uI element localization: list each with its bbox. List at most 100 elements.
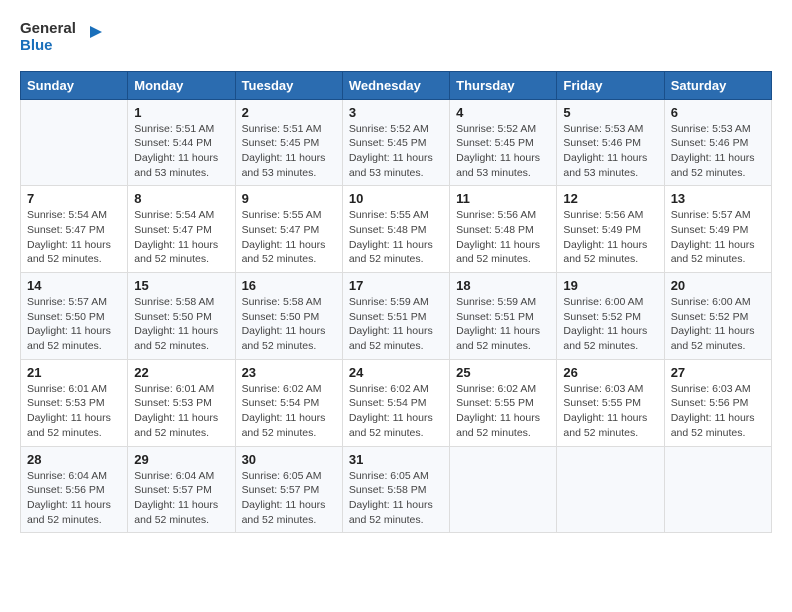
day-number: 19 bbox=[563, 278, 657, 293]
day-number: 3 bbox=[349, 105, 443, 120]
day-number: 27 bbox=[671, 365, 765, 380]
calendar-cell bbox=[450, 446, 557, 533]
day-number: 7 bbox=[27, 191, 121, 206]
calendar-cell: 1 Sunrise: 5:51 AM Sunset: 5:44 PM Daylig… bbox=[128, 99, 235, 186]
calendar-cell: 15 Sunrise: 5:58 AM Sunset: 5:50 PM Dayli… bbox=[128, 273, 235, 360]
day-info: Sunrise: 5:57 AM Sunset: 5:50 PM Dayligh… bbox=[27, 295, 121, 354]
calendar-cell: 17 Sunrise: 5:59 AM Sunset: 5:51 PM Dayli… bbox=[342, 273, 449, 360]
day-info: Sunrise: 5:56 AM Sunset: 5:48 PM Dayligh… bbox=[456, 208, 550, 267]
day-number: 25 bbox=[456, 365, 550, 380]
calendar-cell: 5 Sunrise: 5:53 AM Sunset: 5:46 PM Daylig… bbox=[557, 99, 664, 186]
calendar-cell: 26 Sunrise: 6:03 AM Sunset: 5:55 PM Dayli… bbox=[557, 359, 664, 446]
calendar-cell: 16 Sunrise: 5:58 AM Sunset: 5:50 PM Dayli… bbox=[235, 273, 342, 360]
day-info: Sunrise: 5:53 AM Sunset: 5:46 PM Dayligh… bbox=[563, 122, 657, 181]
calendar-cell: 9 Sunrise: 5:55 AM Sunset: 5:47 PM Daylig… bbox=[235, 186, 342, 273]
day-number: 10 bbox=[349, 191, 443, 206]
day-number: 2 bbox=[242, 105, 336, 120]
day-info: Sunrise: 5:59 AM Sunset: 5:51 PM Dayligh… bbox=[456, 295, 550, 354]
calendar-cell bbox=[557, 446, 664, 533]
logo-general: General bbox=[20, 20, 76, 37]
day-info: Sunrise: 6:01 AM Sunset: 5:53 PM Dayligh… bbox=[134, 382, 228, 441]
header-day-friday: Friday bbox=[557, 71, 664, 99]
day-info: Sunrise: 6:05 AM Sunset: 5:58 PM Dayligh… bbox=[349, 469, 443, 528]
day-number: 11 bbox=[456, 191, 550, 206]
day-number: 15 bbox=[134, 278, 228, 293]
day-info: Sunrise: 5:53 AM Sunset: 5:46 PM Dayligh… bbox=[671, 122, 765, 181]
header-day-monday: Monday bbox=[128, 71, 235, 99]
day-number: 30 bbox=[242, 452, 336, 467]
day-number: 20 bbox=[671, 278, 765, 293]
header-day-tuesday: Tuesday bbox=[235, 71, 342, 99]
day-info: Sunrise: 5:59 AM Sunset: 5:51 PM Dayligh… bbox=[349, 295, 443, 354]
day-number: 4 bbox=[456, 105, 550, 120]
day-info: Sunrise: 5:52 AM Sunset: 5:45 PM Dayligh… bbox=[349, 122, 443, 181]
day-number: 5 bbox=[563, 105, 657, 120]
day-number: 16 bbox=[242, 278, 336, 293]
week-row-1: 1 Sunrise: 5:51 AM Sunset: 5:44 PM Daylig… bbox=[21, 99, 772, 186]
logo-text: General Blue bbox=[20, 20, 76, 55]
logo-blue: Blue bbox=[20, 37, 53, 54]
header-row: SundayMondayTuesdayWednesdayThursdayFrid… bbox=[21, 71, 772, 99]
logo: General Blue bbox=[20, 20, 102, 55]
calendar-cell: 18 Sunrise: 5:59 AM Sunset: 5:51 PM Dayli… bbox=[450, 273, 557, 360]
calendar-cell: 14 Sunrise: 5:57 AM Sunset: 5:50 PM Dayli… bbox=[21, 273, 128, 360]
day-info: Sunrise: 6:00 AM Sunset: 5:52 PM Dayligh… bbox=[671, 295, 765, 354]
calendar-cell: 29Sunrise: 6:04 AM Sunset: 5:57 PM Dayli… bbox=[128, 446, 235, 533]
calendar-table: SundayMondayTuesdayWednesdayThursdayFrid… bbox=[20, 71, 772, 534]
week-row-4: 21Sunrise: 6:01 AM Sunset: 5:53 PM Dayli… bbox=[21, 359, 772, 446]
calendar-cell: 6 Sunrise: 5:53 AM Sunset: 5:46 PM Daylig… bbox=[664, 99, 771, 186]
calendar-cell bbox=[664, 446, 771, 533]
day-number: 14 bbox=[27, 278, 121, 293]
day-info: Sunrise: 5:56 AM Sunset: 5:49 PM Dayligh… bbox=[563, 208, 657, 267]
day-number: 24 bbox=[349, 365, 443, 380]
day-number: 22 bbox=[134, 365, 228, 380]
day-info: Sunrise: 5:54 AM Sunset: 5:47 PM Dayligh… bbox=[134, 208, 228, 267]
calendar-cell: 22 Sunrise: 6:01 AM Sunset: 5:53 PM Dayli… bbox=[128, 359, 235, 446]
calendar-cell: 28 Sunrise: 6:04 AM Sunset: 5:56 PM Dayli… bbox=[21, 446, 128, 533]
day-number: 17 bbox=[349, 278, 443, 293]
day-number: 23 bbox=[242, 365, 336, 380]
calendar-cell: 13 Sunrise: 5:57 AM Sunset: 5:49 PM Dayli… bbox=[664, 186, 771, 273]
day-number: 9 bbox=[242, 191, 336, 206]
header-day-saturday: Saturday bbox=[664, 71, 771, 99]
day-number: 6 bbox=[671, 105, 765, 120]
day-info: Sunrise: 5:58 AM Sunset: 5:50 PM Dayligh… bbox=[242, 295, 336, 354]
day-info: Sunrise: 5:51 AM Sunset: 5:44 PM Dayligh… bbox=[134, 122, 228, 181]
day-number: 29 bbox=[134, 452, 228, 467]
day-info: Sunrise: 6:03 AM Sunset: 5:55 PM Dayligh… bbox=[563, 382, 657, 441]
calendar-cell: 25Sunrise: 6:02 AM Sunset: 5:55 PM Dayli… bbox=[450, 359, 557, 446]
day-info: Sunrise: 5:55 AM Sunset: 5:48 PM Dayligh… bbox=[349, 208, 443, 267]
calendar-cell: 23 Sunrise: 6:02 AM Sunset: 5:54 PM Dayli… bbox=[235, 359, 342, 446]
calendar-cell: 11 Sunrise: 5:56 AM Sunset: 5:48 PM Dayli… bbox=[450, 186, 557, 273]
day-number: 18 bbox=[456, 278, 550, 293]
day-info: Sunrise: 5:51 AM Sunset: 5:45 PM Dayligh… bbox=[242, 122, 336, 181]
day-info: Sunrise: 5:57 AM Sunset: 5:49 PM Dayligh… bbox=[671, 208, 765, 267]
day-number: 28 bbox=[27, 452, 121, 467]
calendar-cell: 20 Sunrise: 6:00 AM Sunset: 5:52 PM Dayli… bbox=[664, 273, 771, 360]
day-number: 8 bbox=[134, 191, 228, 206]
calendar-cell bbox=[21, 99, 128, 186]
day-info: Sunrise: 5:54 AM Sunset: 5:47 PM Dayligh… bbox=[27, 208, 121, 267]
calendar-cell: 3 Sunrise: 5:52 AM Sunset: 5:45 PM Daylig… bbox=[342, 99, 449, 186]
calendar-cell: 31 Sunrise: 6:05 AM Sunset: 5:58 PM Dayli… bbox=[342, 446, 449, 533]
day-info: Sunrise: 6:03 AM Sunset: 5:56 PM Dayligh… bbox=[671, 382, 765, 441]
day-number: 12 bbox=[563, 191, 657, 206]
day-info: Sunrise: 6:00 AM Sunset: 5:52 PM Dayligh… bbox=[563, 295, 657, 354]
day-number: 1 bbox=[134, 105, 228, 120]
calendar-cell: 8 Sunrise: 5:54 AM Sunset: 5:47 PM Daylig… bbox=[128, 186, 235, 273]
day-info: Sunrise: 6:02 AM Sunset: 5:54 PM Dayligh… bbox=[242, 382, 336, 441]
day-info: Sunrise: 6:05 AM Sunset: 5:57 PM Dayligh… bbox=[242, 469, 336, 528]
header-day-thursday: Thursday bbox=[450, 71, 557, 99]
day-info: Sunrise: 5:58 AM Sunset: 5:50 PM Dayligh… bbox=[134, 295, 228, 354]
week-row-5: 28 Sunrise: 6:04 AM Sunset: 5:56 PM Dayli… bbox=[21, 446, 772, 533]
week-row-2: 7 Sunrise: 5:54 AM Sunset: 5:47 PM Daylig… bbox=[21, 186, 772, 273]
day-number: 26 bbox=[563, 365, 657, 380]
calendar-cell: 19 Sunrise: 6:00 AM Sunset: 5:52 PM Dayli… bbox=[557, 273, 664, 360]
header-day-sunday: Sunday bbox=[21, 71, 128, 99]
day-info: Sunrise: 5:55 AM Sunset: 5:47 PM Dayligh… bbox=[242, 208, 336, 267]
calendar-cell: 27 Sunrise: 6:03 AM Sunset: 5:56 PM Dayli… bbox=[664, 359, 771, 446]
day-info: Sunrise: 5:52 AM Sunset: 5:45 PM Dayligh… bbox=[456, 122, 550, 181]
day-number: 13 bbox=[671, 191, 765, 206]
day-number: 31 bbox=[349, 452, 443, 467]
day-info: Sunrise: 6:04 AM Sunset: 5:56 PM Dayligh… bbox=[27, 469, 121, 528]
